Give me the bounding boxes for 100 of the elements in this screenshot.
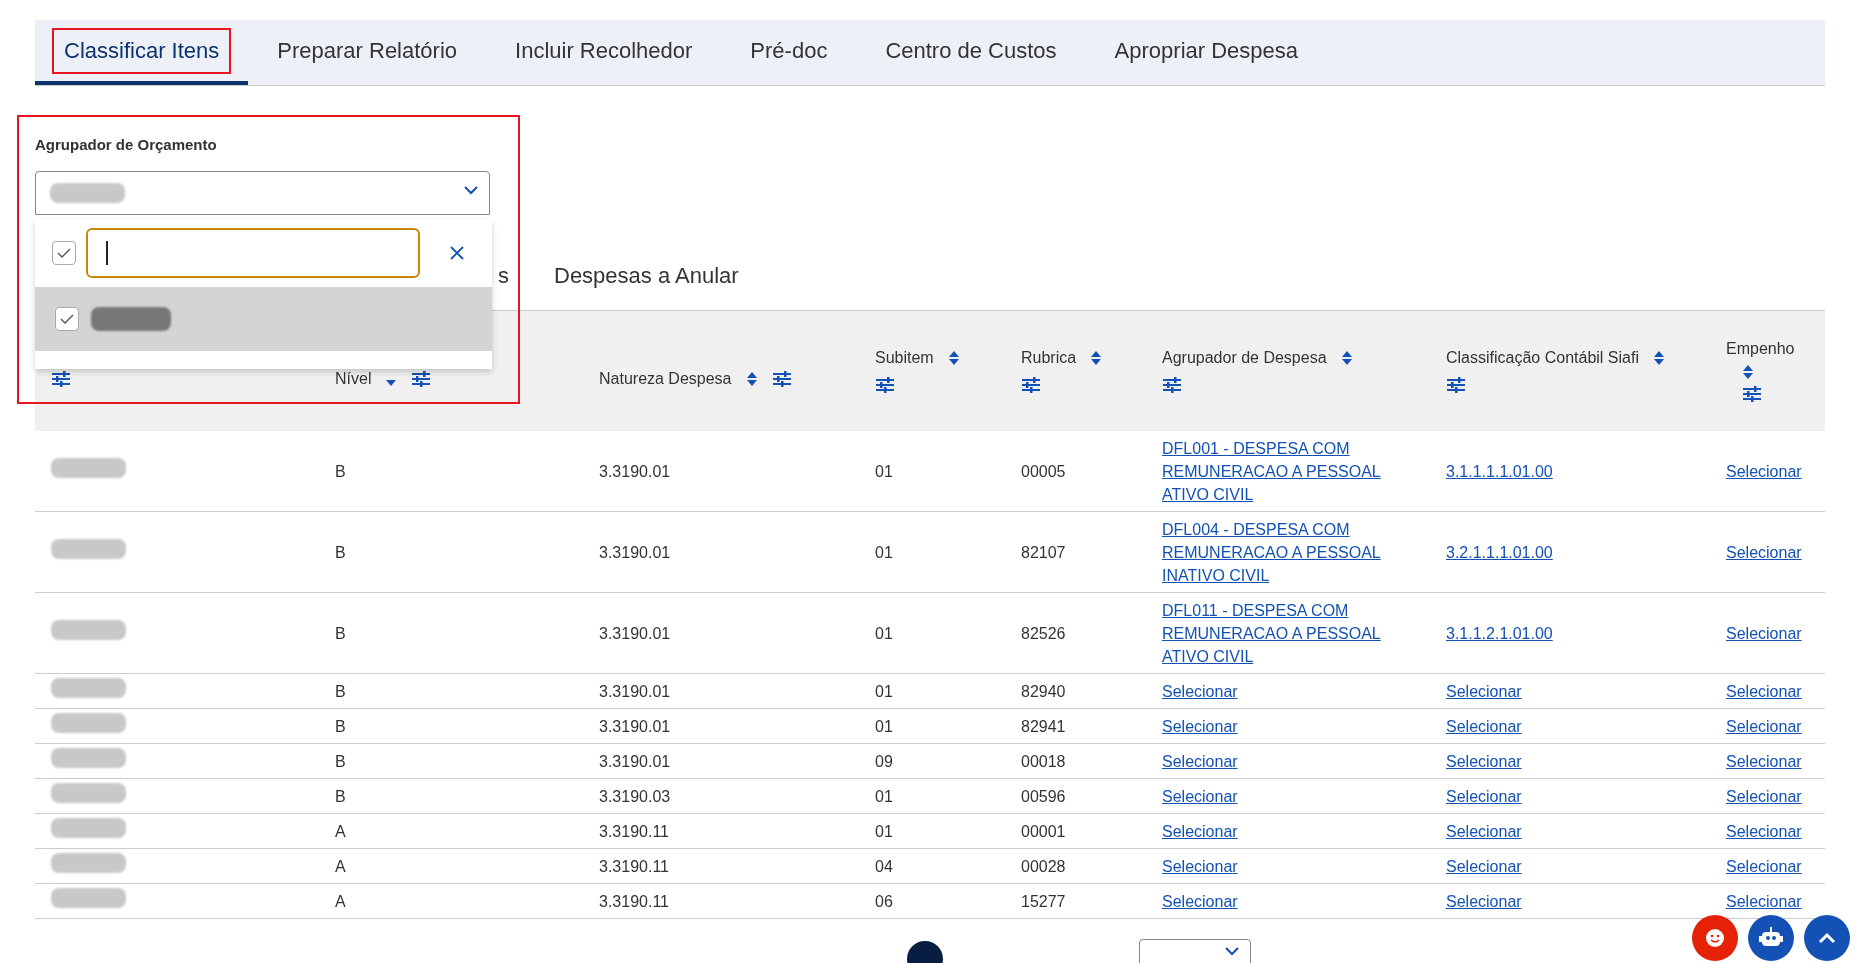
table-link[interactable]: Selecionar	[1726, 459, 1802, 483]
filter-icon[interactable]	[1446, 377, 1466, 393]
table-cell: B	[335, 752, 346, 770]
filter-icon[interactable]	[1742, 386, 1762, 402]
table-link[interactable]: Selecionar	[1446, 749, 1522, 773]
checkbox[interactable]	[52, 241, 76, 265]
table-cell: 3.3190.01	[599, 462, 671, 480]
sort-icon[interactable]	[1090, 350, 1103, 366]
table-cell: A	[335, 857, 346, 875]
sort-icon[interactable]	[1653, 350, 1665, 366]
select-field[interactable]	[35, 171, 490, 215]
table-cell: 3.3190.11	[599, 857, 669, 875]
table-cell: 00018	[1021, 752, 1066, 770]
dropdown-option[interactable]	[35, 287, 492, 351]
tab[interactable]: Incluir Recolhedor	[486, 20, 722, 85]
filter-icon[interactable]	[1162, 377, 1182, 393]
table-cell: 00596	[1021, 787, 1066, 805]
tab[interactable]: Pré-doc	[721, 20, 857, 85]
table-cell: A	[335, 892, 346, 910]
table-cell: 82940	[1021, 682, 1066, 700]
table-cell: 01	[875, 682, 893, 700]
tab[interactable]: Despesas a Anular	[554, 262, 739, 289]
table-link[interactable]: Selecionar	[1446, 714, 1522, 738]
table-cell: 00028	[1021, 857, 1066, 875]
table-link[interactable]: Selecionar	[1726, 749, 1802, 773]
table-link[interactable]: Selecionar	[1162, 749, 1238, 773]
table-link[interactable]: Selecionar	[1726, 889, 1802, 913]
table-link[interactable]: Selecionar	[1162, 784, 1238, 808]
table-cell: B	[335, 717, 346, 735]
sort-icon[interactable]	[1340, 350, 1353, 366]
column-header: Natureza Despesa	[599, 370, 732, 388]
filter-icon[interactable]	[51, 371, 71, 387]
sort-icon[interactable]	[947, 350, 960, 366]
table-cell: 06	[875, 892, 893, 910]
filter-icon[interactable]	[875, 377, 895, 393]
sort-icon[interactable]	[745, 371, 758, 387]
scroll-top-button[interactable]	[1804, 915, 1850, 961]
table-link[interactable]: DFL004 - DESPESA COM REMUNERACAO A PESSOAL INATIVO CIVIL	[1162, 517, 1430, 587]
table-cell: 3.3190.03	[599, 787, 671, 805]
table-link[interactable]: DFL001 - DESPESA COM REMUNERACAO A PESSOAL ATIVO CIVIL	[1162, 436, 1430, 506]
table-cell: 00001	[1021, 822, 1066, 840]
table-link[interactable]: Selecionar	[1726, 714, 1802, 738]
filter-icon[interactable]	[1021, 377, 1041, 393]
chevron-up-icon	[1818, 932, 1836, 944]
table-cell: 3.3190.01	[599, 543, 671, 561]
table-link[interactable]: 3.1.1.2.1.01.00	[1446, 621, 1553, 645]
chevron-down-icon	[1224, 946, 1240, 956]
table-cell: 01	[875, 462, 893, 480]
close-icon[interactable]	[450, 246, 464, 260]
table-cell: A	[335, 822, 346, 840]
table-link[interactable]: Selecionar	[1726, 621, 1802, 645]
table-cell: 3.3190.11	[599, 822, 669, 840]
filter-icon[interactable]	[771, 371, 792, 387]
chatbot-button[interactable]	[1748, 915, 1794, 961]
feedback-button[interactable]	[1692, 915, 1738, 961]
column-header: Empenho	[1726, 340, 1795, 358]
tab[interactable]: Centro de Custos	[856, 20, 1086, 85]
checkbox[interactable]	[55, 307, 79, 331]
table-cell: 3.3190.01	[599, 682, 671, 700]
table-cell: B	[335, 682, 346, 700]
table-cell: 00005	[1021, 462, 1066, 480]
tab[interactable]: s	[498, 262, 509, 289]
table-link[interactable]: 3.2.1.1.1.01.00	[1446, 540, 1553, 564]
table-cell: 01	[875, 717, 893, 735]
table-link[interactable]: 3.1.1.1.1.01.00	[1446, 459, 1553, 483]
table-cell: B	[335, 543, 346, 561]
column-header: Rubrica	[1021, 349, 1077, 367]
table-link[interactable]: Selecionar	[1162, 714, 1238, 738]
filter-icon[interactable]	[411, 371, 432, 387]
robot-icon	[1759, 927, 1783, 949]
column-header: Agrupador de Despesa	[1162, 349, 1327, 367]
table-link[interactable]: Selecionar	[1726, 784, 1802, 808]
table-link[interactable]: Selecionar	[1446, 854, 1522, 878]
table-link[interactable]: Selecionar	[1446, 819, 1522, 843]
table-cell: 01	[875, 787, 893, 805]
chevron-down-icon	[463, 185, 479, 195]
table-link[interactable]: Selecionar	[1162, 889, 1238, 913]
table-link[interactable]: Selecionar	[1446, 889, 1522, 913]
table-link[interactable]: Selecionar	[1726, 854, 1802, 878]
table-link[interactable]: Selecionar	[1726, 679, 1802, 703]
table-cell: 01	[875, 822, 893, 840]
sort-icon[interactable]	[1742, 364, 1754, 380]
table-link[interactable]: Selecionar	[1162, 679, 1238, 703]
table-link[interactable]: Selecionar	[1446, 784, 1522, 808]
table-link[interactable]: Selecionar	[1446, 679, 1522, 703]
table-cell: 82941	[1021, 717, 1066, 735]
table-cell: B	[335, 462, 346, 480]
table-link[interactable]: DFL011 - DESPESA COM REMUNERACAO A PESSOAL ATIVO CIVIL	[1162, 598, 1430, 668]
check-icon	[56, 247, 72, 259]
table-cell: 3.3190.01	[599, 624, 671, 642]
table-link[interactable]: Selecionar	[1726, 540, 1802, 564]
search-field[interactable]	[86, 228, 420, 278]
tab[interactable]: Apropriar Despesa	[1085, 20, 1328, 85]
table-cell: 82107	[1021, 543, 1066, 561]
table-link[interactable]: Selecionar	[1162, 854, 1238, 878]
table-link[interactable]: Selecionar	[1726, 819, 1802, 843]
table-link[interactable]: Selecionar	[1162, 819, 1238, 843]
tab[interactable]: Preparar Relatório	[248, 20, 487, 85]
table-cell: 01	[875, 624, 893, 642]
column-header: Classificação Contábil Siafi	[1446, 349, 1639, 367]
